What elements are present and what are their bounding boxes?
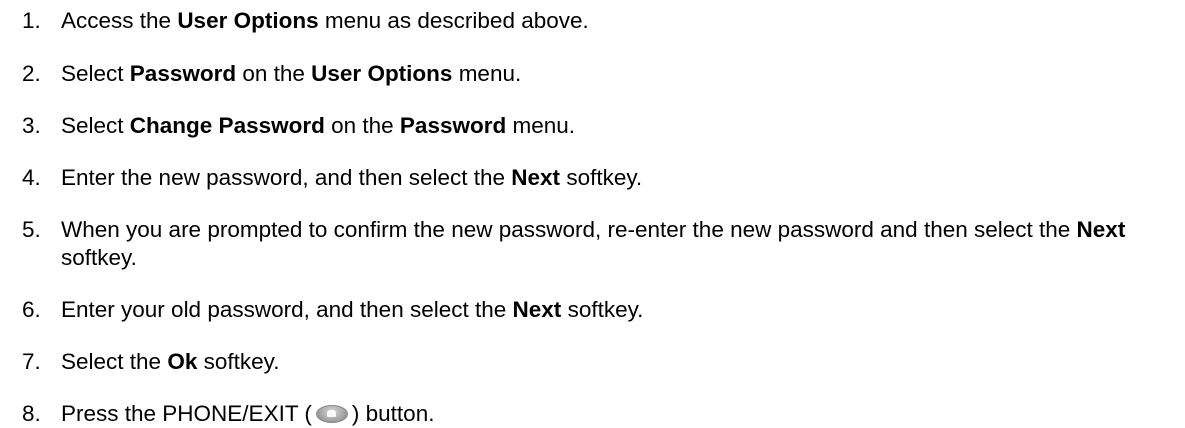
step-text: When you are prompted to confirm the new… [61,217,1126,270]
step-text: Enter the new password, and then select … [61,165,643,190]
step-text: Enter your old password, and then select… [61,297,644,322]
menu-name: Password [399,113,507,138]
instruction-steps-list: 1. Access the User Options menu as descr… [0,0,1185,426]
step-number: 5. [22,217,41,242]
step-text: Select Password on the User Options menu… [61,61,522,86]
step-text: Press the PHONE/EXIT () button. [61,401,435,426]
step-number: 4. [22,165,41,190]
option-name: Change Password [129,113,325,138]
menu-name: User Options [311,61,453,86]
step-number: 1. [22,8,41,33]
step-text: Select Change Password on the Password m… [61,113,576,138]
option-name: Password [129,61,237,86]
step-number: 7. [22,349,41,374]
step-text: Access the User Options menu as describe… [61,8,589,33]
softkey-name: Next [511,165,561,190]
step-text: Select the Ok softkey. [61,349,280,374]
menu-name: User Options [177,8,319,33]
softkey-name: Next [1076,217,1126,242]
step-number: 6. [22,297,41,322]
softkey-name: Ok [167,349,198,374]
softkey-name: Next [512,297,562,322]
step-number: 3. [22,113,41,138]
phone-exit-button-icon [315,405,348,423]
step-number: 2. [22,61,41,86]
step-number: 8. [22,401,41,426]
